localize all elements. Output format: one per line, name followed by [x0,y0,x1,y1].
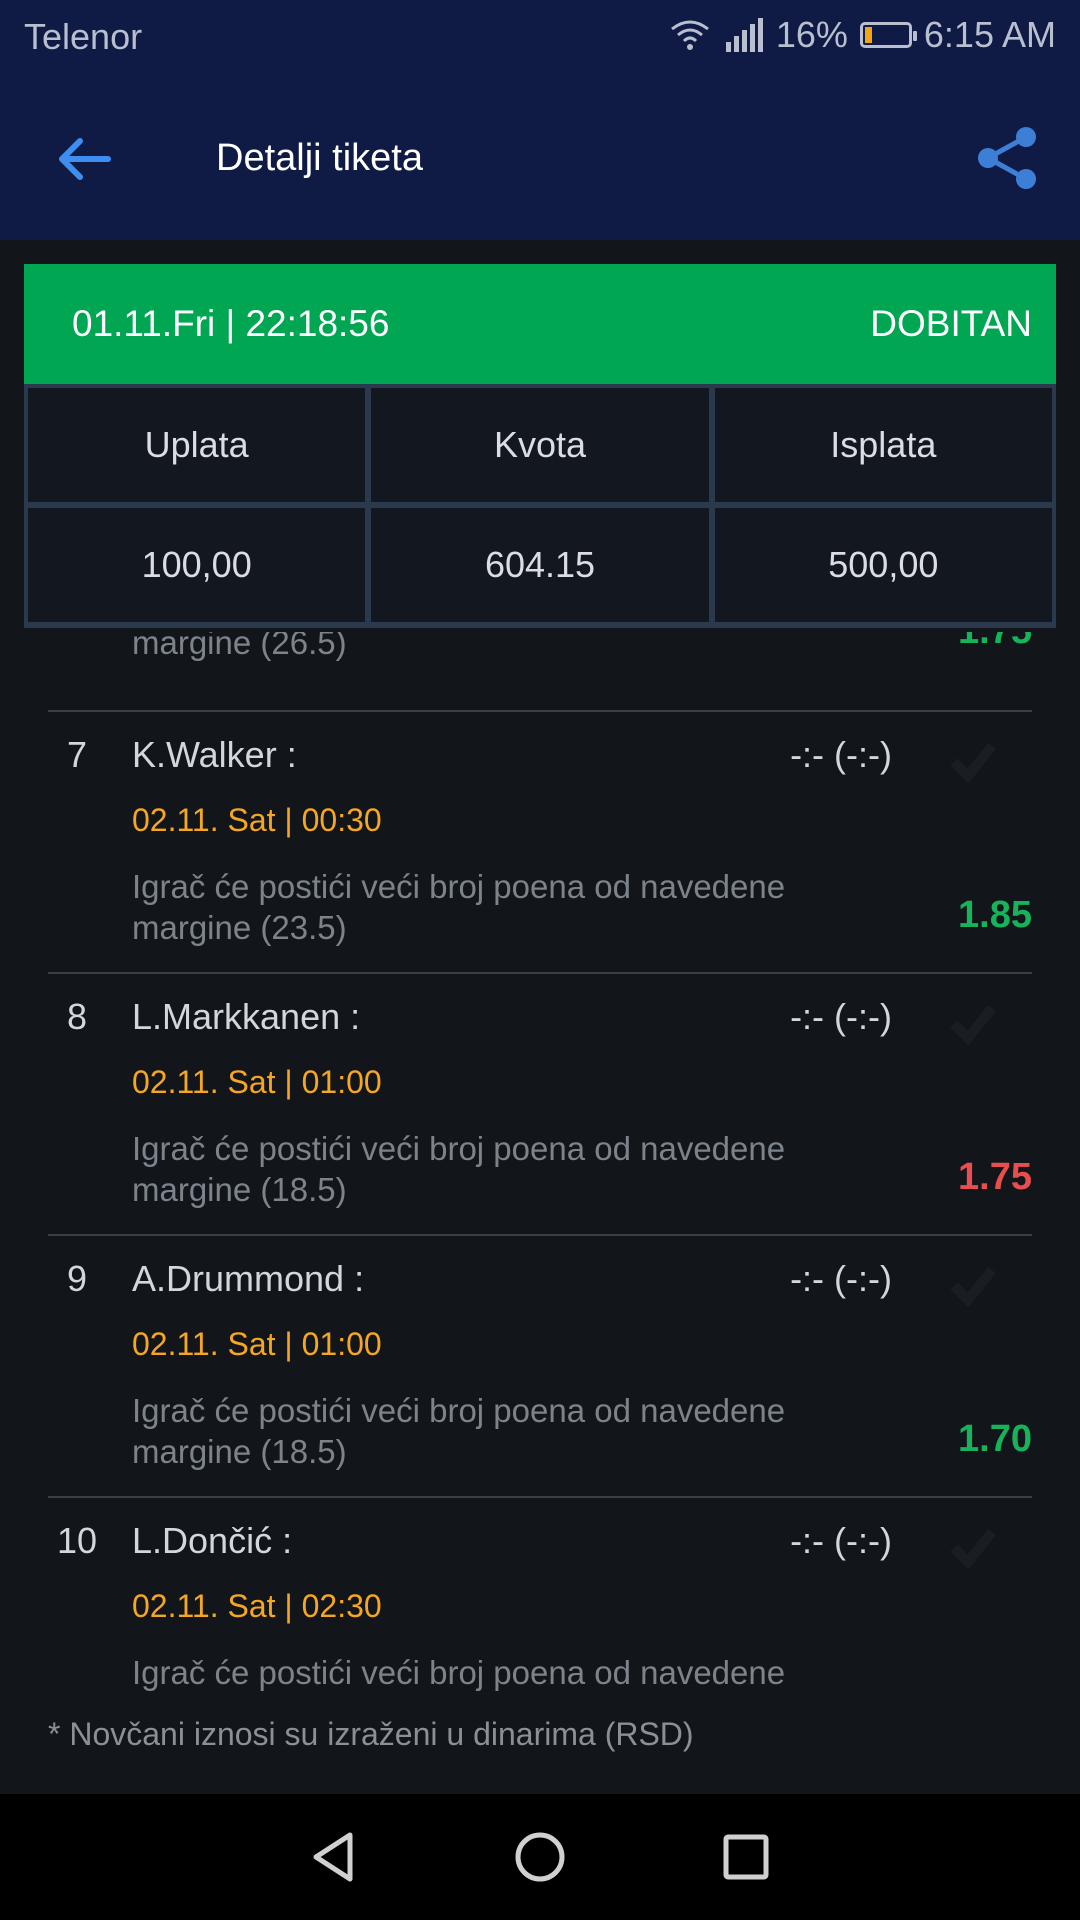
match-number: 9 [66,1258,88,1299]
ticket-status-badge: DOBITAN [870,303,1032,344]
check-icon [950,1004,996,1046]
match-score: -:- (-:-) [790,1520,892,1561]
match-description: Igrač će postići veći broj poena od nave… [132,1654,786,1691]
match-number: 10 [56,1520,98,1561]
check-icon [950,1266,996,1308]
battery-fill [864,27,872,43]
list-item[interactable]: 10 L.Dončić : -:- (-:-) 02.11. Sat | 02:… [48,1496,1032,1692]
check-icon [950,742,996,784]
list-item[interactable]: 7 K.Walker : -:- (-:-) 02.11. Sat | 00:3… [48,710,1032,972]
kvota-value: 604.15 [371,508,709,622]
isplata-value: 500,00 [714,508,1052,622]
match-score: -:- (-:-) [790,1258,892,1299]
match-description: Igrač će postići veći broj poena od nave… [132,868,786,946]
kvota-header: Kvota [371,388,709,502]
clock: 6:15 AM [923,14,1056,55]
status-bar: Telenor 16% 6:15 AM [0,0,1080,75]
match-score: -:- (-:-) [790,734,892,775]
ticket-header: 01.11.Fri | 22:18:56 DOBITAN [24,264,1056,384]
uplata-header: Uplata [28,388,366,502]
match-description: Igrač će postići veći broj poena od nave… [132,1392,786,1470]
uplata-value: 100,00 [28,508,366,622]
match-score: -:- (-:-) [790,996,892,1037]
match-player: L.Dončić : [132,1520,293,1561]
circle-home-icon[interactable] [512,1829,568,1885]
match-odds: 1.75 [958,632,1032,653]
match-description: margine (26.5) [132,632,347,661]
wifi-icon [670,20,709,50]
page-title: Detalji tiketa [216,137,423,179]
list-item: margine (26.5) 1.75 [48,632,1032,664]
ticket-summary: 01.11.Fri | 22:18:56 DOBITAN Uplata Kvot… [24,264,1056,628]
square-recents-icon[interactable] [718,1829,774,1885]
match-number: 7 [66,734,88,775]
match-player: L.Markkanen : [132,996,361,1037]
battery-icon [859,22,917,48]
match-time: 02.11. Sat | 02:30 [132,1588,382,1624]
list-item[interactable]: 9 A.Drummond : -:- (-:-) 02.11. Sat | 01… [48,1234,1032,1496]
match-time: 02.11. Sat | 01:00 [132,1326,382,1362]
match-time: 02.11. Sat | 00:30 [132,802,382,838]
match-list[interactable]: margine (26.5) 1.75 7 K.Walker : -:- (-:… [48,632,1032,1692]
signal-icon [725,18,763,52]
arrow-left-icon[interactable] [52,127,116,191]
check-icon [950,1528,996,1570]
app-bar: Detalji tiketa [0,75,1080,240]
carrier-label: Telenor [24,16,143,57]
share-icon[interactable] [972,123,1042,193]
match-number: 8 [66,996,88,1037]
ticket-datetime: 01.11.Fri | 22:18:56 [72,303,390,344]
system-nav-bar [0,1794,1080,1920]
match-player: K.Walker : [132,734,297,775]
match-odds: 1.70 [958,1418,1032,1460]
match-player: A.Drummond : [132,1258,365,1299]
triangle-back-icon[interactable] [306,1829,362,1885]
match-description: Igrač će postići veći broj poena od nave… [132,1130,786,1208]
match-odds: 1.85 [958,894,1032,936]
battery-percent: 16% [775,14,848,55]
status-right: 16% 6:15 AM [668,14,1056,56]
ticket-grid: Uplata Kvota Isplata 100,00 604.15 500,0… [24,384,1056,628]
list-item[interactable]: 8 L.Markkanen : -:- (-:-) 02.11. Sat | 0… [48,972,1032,1234]
match-time: 02.11. Sat | 01:00 [132,1064,382,1100]
isplata-header: Isplata [714,388,1052,502]
currency-footnote: * Novčani iznosi su izraženi u dinarima … [48,1716,694,1752]
match-odds: 1.75 [958,1156,1032,1198]
